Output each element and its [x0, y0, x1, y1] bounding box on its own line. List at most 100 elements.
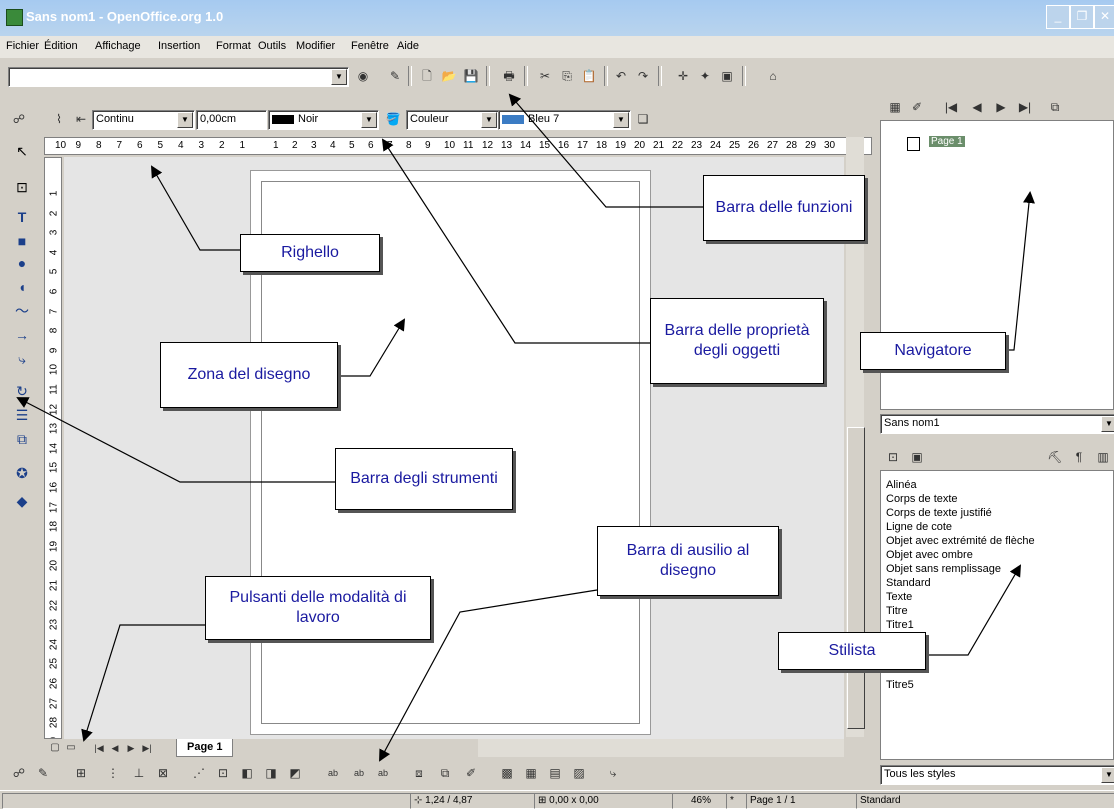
chevron-down-icon[interactable]: ▼ [331, 69, 347, 85]
big-handles-icon[interactable]: ⧉ [436, 764, 454, 782]
line-view-icon[interactable]: ▩ [498, 764, 516, 782]
line-style-select[interactable]: Continu ▼ [92, 110, 195, 130]
scroll-thumb[interactable] [847, 427, 865, 729]
pencil-icon[interactable]: ✎ [34, 764, 52, 782]
graphic-styles-icon[interactable]: ⊡ [884, 448, 902, 466]
3d-objects-icon[interactable]: ◖ [12, 277, 32, 297]
first-icon[interactable]: |◀ [942, 98, 960, 116]
edit-file-icon[interactable]: ✎ [386, 67, 404, 85]
grid-snap-icon[interactable]: ⊞ [72, 764, 90, 782]
rotate-icon[interactable]: ↻ [12, 381, 32, 401]
style-item[interactable]: Standard [886, 577, 931, 590]
style-item[interactable]: Ligne de cote [886, 521, 952, 534]
snap-points-icon[interactable]: ◧ [238, 764, 256, 782]
close-icon[interactable]: ✕ [1094, 5, 1114, 29]
fill-type-select[interactable]: Couleur ▼ [406, 110, 499, 130]
last-icon[interactable]: ▶| [1016, 98, 1034, 116]
show-grid-icon[interactable]: ⋮ [104, 764, 122, 782]
edit-points-icon[interactable]: ✐ [462, 764, 480, 782]
bezier-edit-icon[interactable]: ☍ [10, 764, 28, 782]
fill-format-icon[interactable]: ⛏ [1046, 448, 1064, 466]
redo-icon[interactable]: ↷ [634, 67, 652, 85]
text-view-icon[interactable]: ▤ [546, 764, 564, 782]
menu-outils[interactable]: Outils [258, 40, 286, 52]
snap-frame-icon[interactable]: ⊡ [214, 764, 232, 782]
copy-icon[interactable]: ⎘ [558, 67, 576, 85]
style-item[interactable]: Objet sans remplissage [886, 563, 1001, 576]
arrow-style-icon[interactable]: ⇤ [72, 110, 90, 128]
url-combo[interactable]: ▼ [8, 67, 349, 87]
menu-fichier[interactable]: Fichier [6, 40, 39, 52]
guides-icon[interactable]: ⊠ [154, 764, 172, 782]
horizontal-scrollbar[interactable] [478, 739, 844, 757]
select-arrow-icon[interactable]: ↖ [12, 141, 32, 161]
snap-edges-icon[interactable]: ◨ [262, 764, 280, 782]
image-view-icon[interactable]: ▨ [570, 764, 588, 782]
previous-icon[interactable]: ◀ [968, 98, 986, 116]
paste-icon[interactable]: 📋 [580, 67, 598, 85]
stop-icon[interactable]: ◉ [354, 67, 372, 85]
snap-object-icon[interactable]: ◩ [286, 764, 304, 782]
print-icon[interactable]: 🖶 [500, 67, 518, 85]
new-style-icon[interactable]: ¶ [1070, 448, 1088, 466]
menu-aide[interactable]: Aide [397, 40, 419, 52]
menu-insertion[interactable]: Insertion [158, 40, 200, 52]
text-icon[interactable]: T [12, 207, 32, 227]
tab-page-1[interactable]: Page 1 [176, 739, 234, 757]
presentation-styles-icon[interactable]: ▣ [908, 448, 926, 466]
line-color-select[interactable]: Noir ▼ [268, 110, 379, 130]
text-fit-icon[interactable]: ab [374, 764, 392, 782]
minimize-icon[interactable]: _ [1046, 5, 1070, 29]
curve-icon[interactable]: 〜 [12, 301, 32, 321]
chevron-down-icon[interactable]: ▼ [177, 112, 193, 128]
handles-icon[interactable]: ⧈ [410, 764, 428, 782]
3d-effects-icon[interactable]: ◆ [12, 491, 32, 511]
exit-group-icon[interactable]: ⤷ [604, 764, 622, 782]
layer-mode-icon[interactable]: ▭ [62, 739, 80, 757]
stylist-toggle-icon[interactable]: ✦ [696, 67, 714, 85]
chevron-down-icon[interactable]: ▼ [1101, 416, 1114, 432]
menu-modifier[interactable]: Modifier [296, 40, 335, 52]
arrange-icon[interactable]: ⧉ [12, 429, 32, 449]
style-item[interactable]: Titre1 [886, 619, 914, 632]
next-icon[interactable]: ▶ [992, 98, 1010, 116]
fill-bucket-icon[interactable]: 🪣 [384, 110, 402, 128]
pointer-icon[interactable]: ✐ [908, 98, 926, 116]
menu-format[interactable]: Format [216, 40, 251, 52]
style-item[interactable]: Corps de texte [886, 493, 958, 506]
ellipse-icon[interactable]: ● [12, 253, 32, 273]
style-item[interactable]: Objet avec ombre [886, 549, 973, 562]
snap-page-icon[interactable]: ⋰ [190, 764, 208, 782]
chevron-down-icon[interactable]: ▼ [613, 112, 629, 128]
chevron-down-icon[interactable]: ▼ [1101, 767, 1114, 783]
navigator-page-item[interactable]: Page 1 [929, 136, 965, 147]
fill-color-select[interactable]: Bleu 7 ▼ [498, 110, 631, 130]
style-item[interactable]: Corps de texte justifié [886, 507, 992, 520]
gallery-icon[interactable]: ▣ [718, 67, 736, 85]
style-item[interactable]: Titre [886, 605, 908, 618]
style-item[interactable]: Objet avec extrémité de flèche [886, 535, 1035, 548]
quick-edit-icon[interactable]: ab [324, 764, 342, 782]
menu-edition[interactable]: Édition [44, 40, 78, 52]
line-icon[interactable]: ⌇ [50, 110, 68, 128]
style-filter-select[interactable]: Tous les styles ▼ [880, 765, 1114, 785]
chevron-down-icon[interactable]: ▼ [361, 112, 377, 128]
style-item[interactable]: Titre5 [886, 679, 914, 692]
style-item[interactable]: Alinéa [886, 479, 917, 492]
snap-lines-icon[interactable]: ⊥ [130, 764, 148, 782]
cut-icon[interactable]: ✂ [536, 67, 554, 85]
alignment-icon[interactable]: ☰ [12, 405, 32, 425]
navigator-toggle-icon[interactable]: ✛ [674, 67, 692, 85]
help-icon[interactable]: ⌂ [764, 67, 782, 85]
navigator-document-select[interactable]: Sans nom1 ▼ [880, 414, 1114, 434]
new-icon[interactable]: 🗋 [418, 67, 436, 85]
menu-affichage[interactable]: Affichage [95, 40, 141, 52]
zoom-icon[interactable]: ⊡ [12, 177, 32, 197]
drag-mode-icon[interactable]: ⧉ [1046, 98, 1064, 116]
style-item[interactable]: Texte [886, 591, 912, 604]
last-page-icon[interactable]: ▶| [138, 739, 156, 757]
update-style-icon[interactable]: ▥ [1094, 448, 1112, 466]
save-icon[interactable]: 💾 [462, 67, 480, 85]
line-width-spin[interactable]: 0,00cm [196, 110, 267, 130]
bezier-icon[interactable]: ☍ [10, 110, 28, 128]
